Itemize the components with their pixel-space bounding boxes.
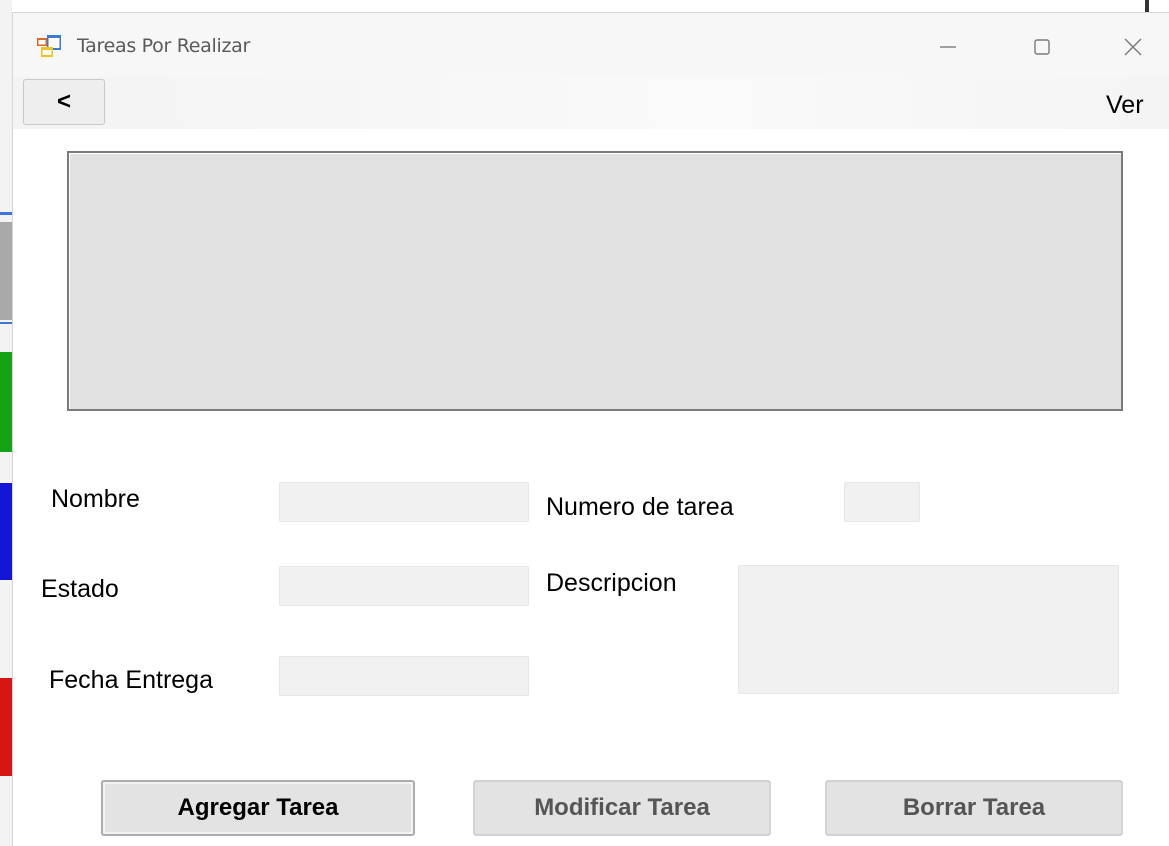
back-button[interactable]: <: [23, 79, 105, 125]
background-red-block: [0, 678, 12, 776]
descripcion-label: Descripcion: [546, 569, 677, 597]
tasks-grid[interactable]: [67, 151, 1123, 411]
nombre-label: Nombre: [51, 485, 140, 513]
background-edge-mark: [1145, 0, 1149, 12]
maximize-icon: [1034, 39, 1050, 55]
minimize-icon: [940, 46, 956, 48]
borrar-tarea-button[interactable]: Borrar Tarea: [825, 780, 1123, 836]
nombre-input[interactable]: [279, 482, 529, 522]
screen: Tareas Por Realizar < Ver Nombre Numero …: [0, 0, 1169, 846]
numero-tarea-label: Numero de tarea: [546, 493, 734, 521]
background-blue-line: [0, 322, 12, 324]
agregar-tarea-button[interactable]: Agregar Tarea: [101, 780, 415, 836]
menu-bar: < Ver: [13, 77, 1169, 129]
title-bar[interactable]: Tareas Por Realizar: [13, 13, 1169, 77]
close-icon: [1124, 38, 1142, 56]
menu-item-ver[interactable]: Ver: [1106, 91, 1144, 120]
app-form-icon: [37, 35, 61, 57]
numero-tarea-input[interactable]: [844, 482, 920, 522]
background-window-edge: [0, 0, 12, 846]
close-button[interactable]: [1103, 25, 1163, 69]
background-gray-block: [0, 222, 12, 320]
modificar-tarea-button[interactable]: Modificar Tarea: [473, 780, 771, 836]
window-title: Tareas Por Realizar: [77, 35, 250, 57]
fecha-entrega-label: Fecha Entrega: [49, 666, 213, 694]
main-window: Tareas Por Realizar < Ver Nombre Numero …: [12, 12, 1169, 846]
background-green-block: [0, 352, 12, 452]
background-blue-line: [0, 212, 12, 215]
maximize-button[interactable]: [1012, 25, 1072, 69]
minimize-button[interactable]: [918, 25, 978, 69]
estado-label: Estado: [41, 575, 119, 603]
background-blue-block: [0, 483, 12, 580]
estado-input[interactable]: [279, 566, 529, 606]
descripcion-textarea[interactable]: [738, 565, 1119, 694]
fecha-entrega-input[interactable]: [279, 656, 529, 696]
